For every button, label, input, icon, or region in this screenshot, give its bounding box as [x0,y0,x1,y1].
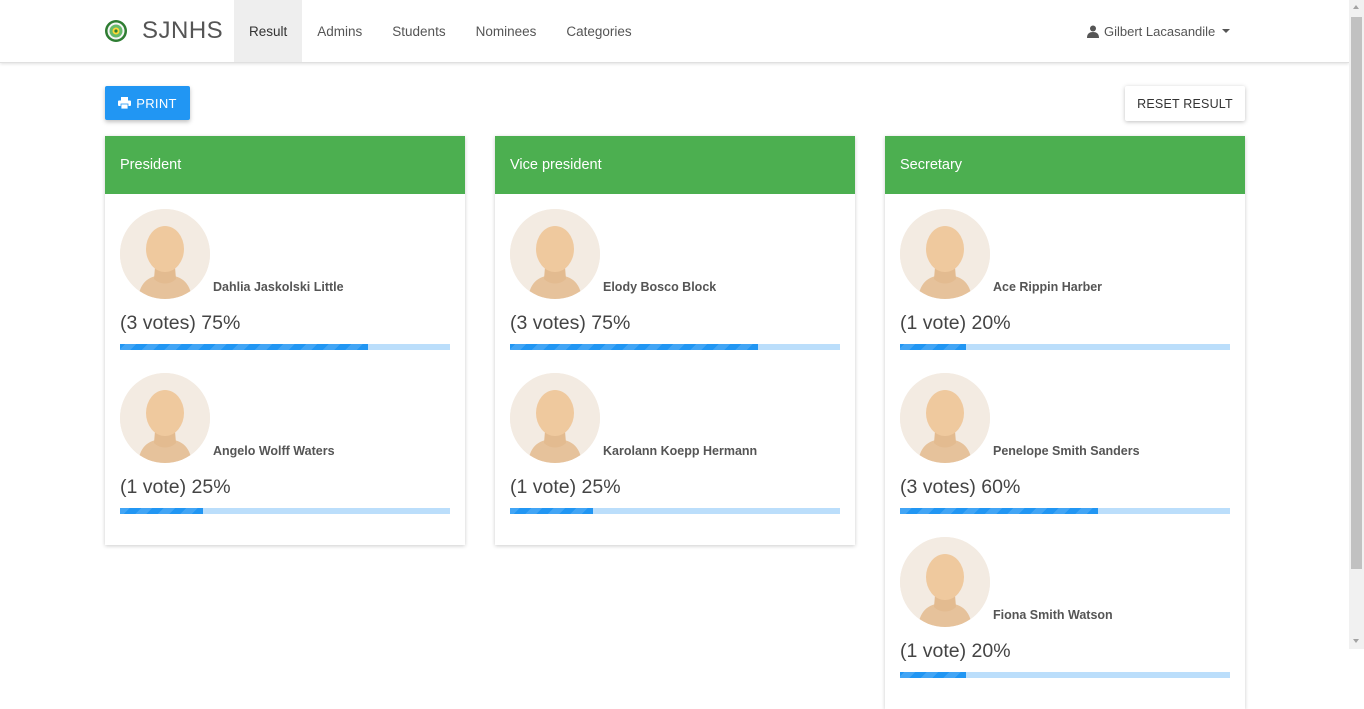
nominee-name: Dahlia Jaskolski Little [213,280,344,294]
brand-name: SJNHS [142,17,224,44]
vote-progress-bar [120,508,450,514]
category-title: Vice president [495,136,855,194]
nominee-item: Dahlia Jaskolski Little (3 votes) 75% [120,209,450,373]
category-body: Elody Bosco Block (3 votes) 75% Karolann … [495,194,855,545]
nominee-name: Karolann Koepp Hermann [603,444,758,458]
vote-progress-bar [900,508,1230,514]
avatar [900,209,990,299]
nominee-item: Ace Rippin Harber (1 vote) 20% [900,209,1230,373]
print-button[interactable]: PRINT [105,86,190,120]
vote-count-text: (3 votes) 75% [120,312,241,334]
vote-progress-fill [120,344,368,350]
nav-item-admins[interactable]: Admins [302,0,377,62]
scroll-up-arrow-icon[interactable] [1349,0,1364,15]
nominee-item: Angelo Wolff Waters (1 vote) 25% [120,373,450,537]
nominee-item: Penelope Smith Sanders (3 votes) 60% [900,373,1230,537]
nav-item-result[interactable]: Result [234,0,303,62]
category-title: Secretary [885,136,1245,194]
vote-progress-bar [900,672,1230,678]
nominee-item: Karolann Koepp Hermann (1 vote) 25% [510,373,840,537]
nav-item-nominees[interactable]: Nominees [461,0,552,62]
avatar [510,209,600,299]
vote-progress-bar [900,344,1230,350]
page-scrollbar[interactable] [1349,0,1364,649]
nominee-name: Penelope Smith Sanders [993,444,1140,458]
vote-progress-fill [900,672,966,678]
nominee-item: Elody Bosco Block (3 votes) 75% [510,209,840,373]
user-icon [1087,25,1099,38]
brand[interactable]: SJNHS [104,16,223,46]
nominee-item: Fiona Smith Watson (1 vote) 20% [900,537,1230,701]
print-button-label: PRINT [136,95,177,111]
vote-progress-fill [900,508,1098,514]
category-body: Ace Rippin Harber (1 vote) 20% Penelope S… [885,194,1245,709]
vote-count-text: (1 vote) 20% [900,640,1011,662]
nav-item-students[interactable]: Students [377,0,460,62]
category-card: President Dahlia Jaskolski Little (3 vote… [105,136,465,545]
nav-item-categories[interactable]: Categories [551,0,646,62]
avatar [900,373,990,463]
nominee-name: Fiona Smith Watson [993,608,1113,622]
scrollbar-thumb[interactable] [1351,17,1362,569]
school-seal-logo [105,20,127,42]
avatar [900,537,990,627]
vote-progress-bar [510,508,840,514]
category-body: Dahlia Jaskolski Little (3 votes) 75% Ang… [105,194,465,545]
nominee-name: Angelo Wolff Waters [213,444,335,458]
avatar [120,209,210,299]
reset-result-button[interactable]: RESET RESULT [1125,86,1245,121]
vote-progress-bar [510,344,840,350]
category-card: Vice president Elody Bosco Block (3 votes… [495,136,855,545]
vote-progress-fill [510,508,593,514]
vote-count-text: (1 vote) 25% [120,476,231,498]
vote-progress-fill [900,344,966,350]
main-nav: Result Admins Students Nominees Categori… [234,0,647,62]
vote-progress-fill [510,344,758,350]
vote-count-text: (1 vote) 20% [900,312,1011,334]
category-card: Secretary Ace Rippin Harber (1 vote) 20% … [885,136,1245,709]
caret-down-icon [1222,29,1231,33]
category-title: President [105,136,465,194]
vote-progress-bar [120,344,450,350]
scroll-down-arrow-icon[interactable] [1349,634,1364,649]
top-navbar: SJNHS Result Admins Students Nominees Ca… [0,0,1349,63]
avatar [120,373,210,463]
user-menu-dropdown[interactable]: Gilbert Lacasandile [1087,0,1231,62]
vote-count-text: (1 vote) 25% [510,476,621,498]
vote-count-text: (3 votes) 60% [900,476,1021,498]
vote-progress-fill [120,508,203,514]
printer-icon [118,97,132,109]
avatar [510,373,600,463]
nominee-name: Elody Bosco Block [603,280,717,294]
nominee-name: Ace Rippin Harber [993,280,1103,294]
user-name: Gilbert Lacasandile [1104,23,1216,39]
vote-count-text: (3 votes) 75% [510,312,631,334]
